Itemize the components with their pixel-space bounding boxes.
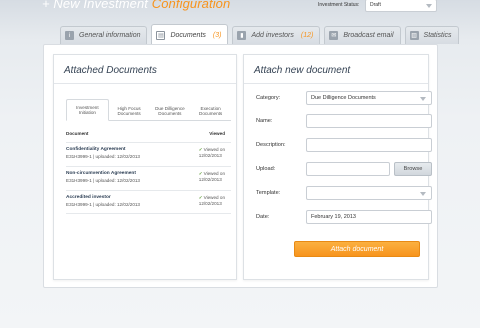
attached-documents-title: Attached Documents bbox=[64, 65, 157, 76]
column-viewed: Viewed bbox=[209, 131, 225, 136]
viewed-label: Viewed on bbox=[203, 195, 225, 200]
chevron-down-icon bbox=[420, 97, 426, 101]
category-label: Category: bbox=[256, 95, 281, 101]
subtab-due-dilligence-documents[interactable]: Due Dilligence Documents bbox=[150, 102, 191, 120]
subtab-execution-documents[interactable]: Execution Documents bbox=[190, 102, 231, 120]
tab-documents[interactable]: ▤ Documents (3) bbox=[151, 24, 229, 45]
name-row: Name: bbox=[256, 114, 432, 128]
description-label: Description: bbox=[256, 142, 286, 148]
attach-document-title: Attach new document bbox=[254, 65, 351, 76]
date-label: Date: bbox=[256, 214, 270, 220]
page-title-accent: Configuration bbox=[151, 0, 231, 11]
viewed-label: Viewed on bbox=[203, 147, 225, 152]
attached-documents-panel: Attached Documents Investment Initiation… bbox=[53, 54, 237, 280]
document-table-header: Document Viewed bbox=[66, 131, 231, 136]
checkmark-icon: ✓ bbox=[198, 171, 203, 176]
checkmark-icon: ✓ bbox=[198, 147, 203, 152]
column-document: Document bbox=[66, 131, 89, 136]
subtab-high-focus-documents[interactable]: High Focus Documents bbox=[109, 102, 150, 120]
tab-bar: i General information ▤ Documents (3) ▮ Add … bbox=[60, 24, 459, 45]
attach-document-button[interactable]: Attach document bbox=[294, 241, 420, 257]
category-row: Category: Due Dilligence Documents bbox=[256, 91, 432, 105]
upload-row: Upload: Browse bbox=[256, 162, 432, 176]
template-select[interactable] bbox=[306, 186, 432, 200]
viewed-label: Viewed on bbox=[203, 171, 225, 176]
tab-label: Statistics bbox=[423, 32, 452, 39]
date-row: Date: February 19, 2013 bbox=[256, 210, 432, 224]
date-input[interactable]: February 19, 2013 bbox=[306, 210, 432, 224]
tab-statistics[interactable]: ▥ Statistics bbox=[404, 26, 459, 44]
page-title: + New Investment Configuration bbox=[42, 0, 230, 11]
tab-label: General information bbox=[79, 32, 141, 39]
divider bbox=[54, 83, 236, 84]
tab-add-investors[interactable]: ▮ Add investors (12) bbox=[232, 26, 321, 44]
template-label: Template: bbox=[256, 190, 281, 196]
status-label: Investment Status: bbox=[318, 2, 360, 8]
browse-button[interactable]: Browse bbox=[394, 162, 432, 176]
description-input[interactable] bbox=[306, 138, 432, 152]
status-value: Draft bbox=[370, 2, 381, 8]
tab-label: Documents bbox=[170, 31, 206, 39]
tab-broadcast-email[interactable]: ✉ Broadcast email bbox=[324, 26, 401, 44]
tab-count: (3) bbox=[212, 31, 222, 39]
status-select[interactable]: Draft bbox=[365, 0, 437, 12]
viewed-date: 12/02/2013 bbox=[198, 201, 222, 206]
category-value: Due Dilligence Documents bbox=[311, 95, 376, 101]
viewed-status: ✓Viewed on 12/02/2013 bbox=[199, 195, 225, 207]
template-row: Template: bbox=[256, 186, 432, 200]
email-icon: ✉ bbox=[329, 31, 339, 40]
upload-file-input[interactable] bbox=[306, 162, 390, 176]
chevron-down-icon bbox=[420, 192, 426, 196]
document-list: Confidentiality Agreement E31H3999-1 | u… bbox=[66, 142, 231, 214]
tab-count: (12) bbox=[300, 32, 314, 39]
page-title-prefix: + New Investment bbox=[42, 0, 152, 11]
content-container: Attached Documents Investment Initiation… bbox=[43, 44, 438, 288]
name-label: Name: bbox=[256, 118, 273, 124]
tab-general-information[interactable]: i General information bbox=[60, 26, 148, 44]
divider bbox=[244, 83, 428, 84]
attach-document-panel: Attach new document Category: Due Dillig… bbox=[243, 54, 432, 280]
upload-label: Upload: bbox=[256, 166, 276, 172]
name-input[interactable] bbox=[306, 114, 432, 128]
category-select[interactable]: Due Dilligence Documents bbox=[306, 91, 432, 105]
info-icon: i bbox=[65, 31, 74, 40]
viewed-status: ✓Viewed on 12/02/2013 bbox=[199, 147, 225, 159]
document-row[interactable]: Accredited investor E31H3999-1 | uploade… bbox=[66, 190, 231, 214]
chevron-down-icon bbox=[426, 4, 432, 8]
tab-label: Add investors bbox=[251, 32, 294, 39]
document-row[interactable]: Confidentiality Agreement E31H3999-1 | u… bbox=[66, 142, 231, 166]
investors-icon: ▮ bbox=[237, 31, 247, 40]
tab-label: Broadcast email bbox=[343, 32, 394, 39]
statistics-icon: ▥ bbox=[409, 31, 419, 40]
document-row[interactable]: Non-circumvention Agreement E31H3999-1 |… bbox=[66, 166, 231, 190]
viewed-date: 12/02/2013 bbox=[198, 177, 222, 182]
date-value: February 19, 2013 bbox=[311, 214, 356, 220]
checkmark-icon: ✓ bbox=[198, 195, 203, 200]
viewed-date: 12/02/2013 bbox=[198, 153, 222, 158]
subtab-investment-initiation[interactable]: Investment Initiation bbox=[66, 99, 109, 121]
document-category-tabs: Investment Initiation High Focus Documen… bbox=[66, 99, 231, 121]
description-row: Description: bbox=[256, 138, 432, 152]
document-icon: ▤ bbox=[156, 30, 166, 40]
viewed-status: ✓Viewed on 12/02/2013 bbox=[199, 171, 225, 183]
